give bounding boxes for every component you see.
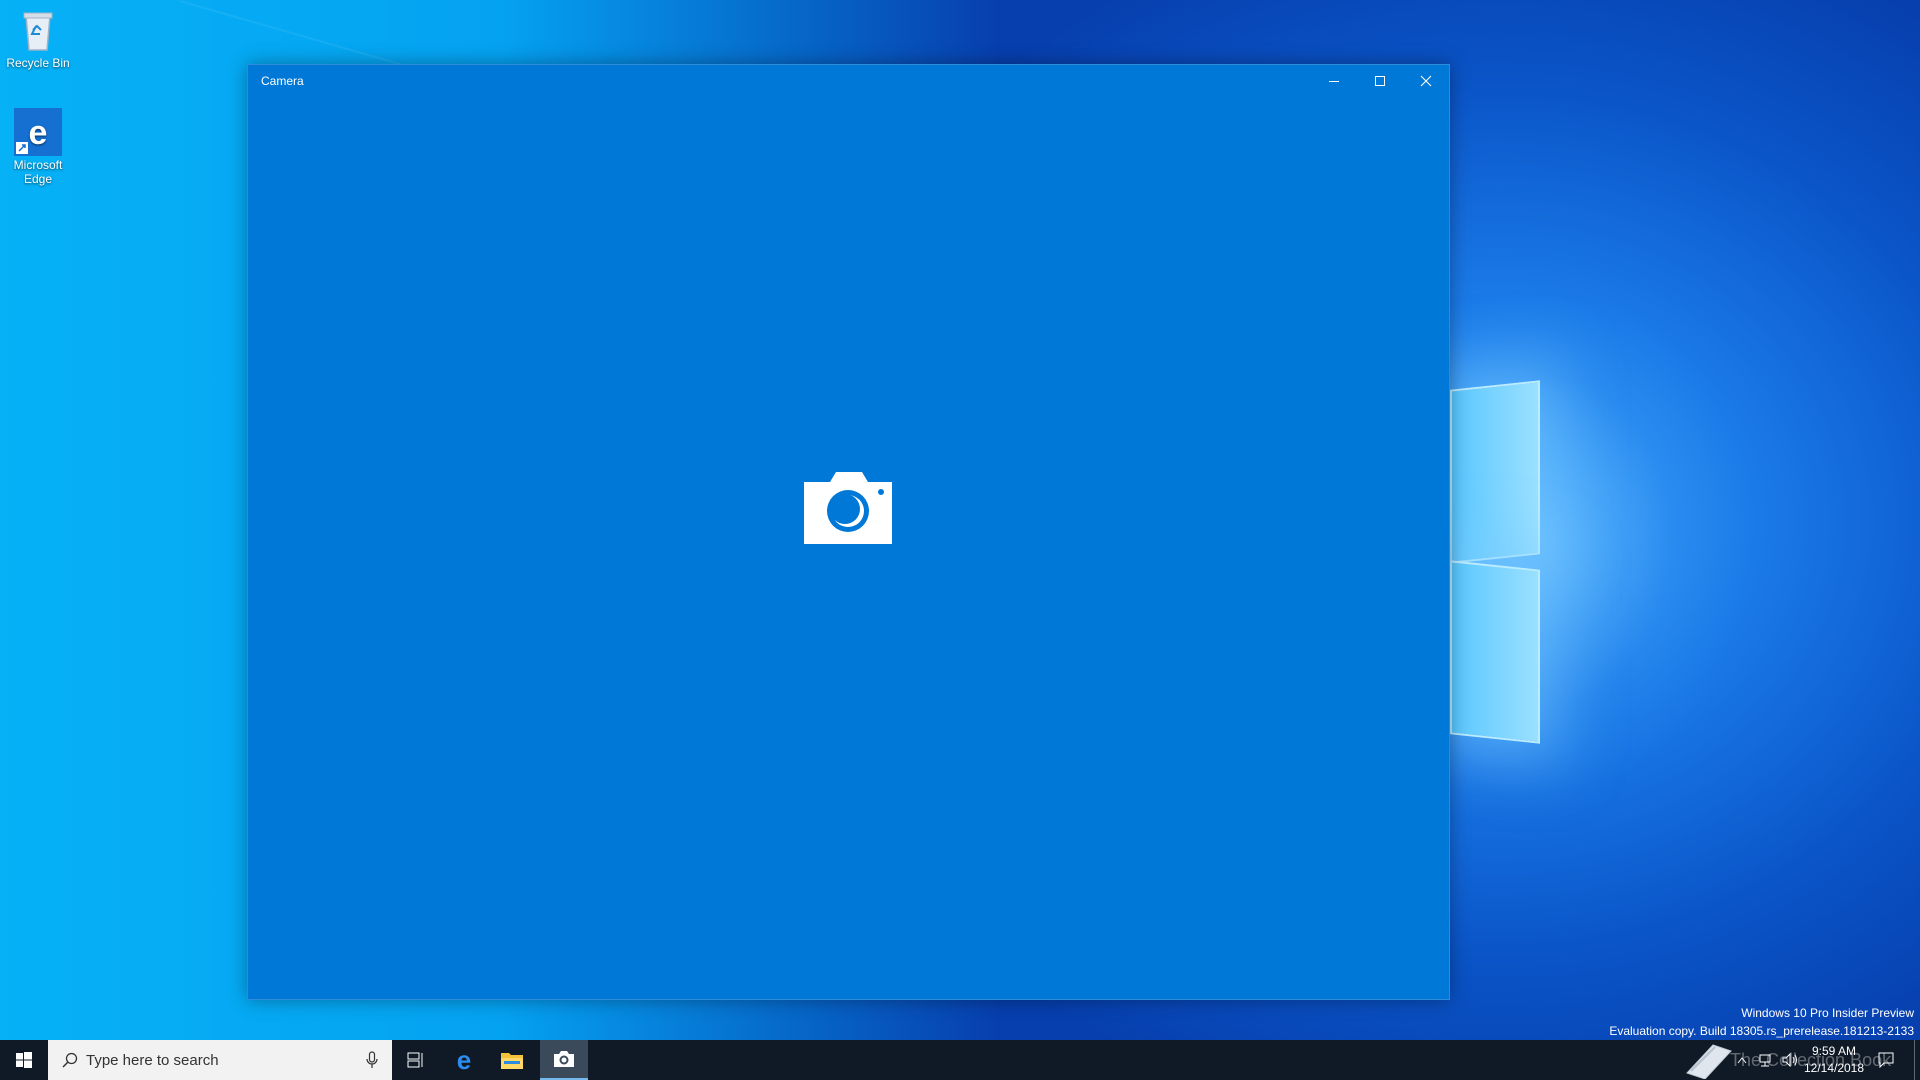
close-button[interactable] [1403,65,1449,97]
network-button[interactable] [1756,1040,1776,1080]
clock-time[interactable]: 9:59 AM [1806,1044,1862,1058]
volume-button[interactable] [1780,1040,1802,1080]
desktop-icon-edge[interactable]: e Microsoft Edge [0,108,76,186]
search-box[interactable]: Type here to search [48,1040,392,1080]
edge-icon: e [14,108,62,156]
book-logo-icon [1686,1044,1732,1079]
windows-start-icon [16,1052,32,1068]
chevron-up-icon [1737,1057,1747,1064]
file-explorer-icon [501,1053,523,1069]
taskbar-edge-button[interactable]: e [440,1040,488,1080]
desktop-icon-recycle-bin[interactable]: Recycle Bin [0,6,76,70]
minimize-button[interactable] [1311,65,1357,97]
taskbar-camera-button[interactable] [540,1040,588,1080]
build-watermark-line2: Evaluation copy. Build 18305.rs_prerelea… [1609,1024,1914,1038]
network-icon [1759,1054,1771,1067]
build-watermark-line1: Windows 10 Pro Insider Preview [1741,1006,1914,1020]
camera-icon [554,1051,574,1067]
recycle-bin-icon [14,6,62,54]
camera-window: Camera [247,64,1450,1000]
maximize-icon [1375,76,1385,86]
camera-icon [800,470,896,546]
svg-text:e: e [29,114,48,152]
clock-date[interactable]: 12/14/2018 [1801,1061,1867,1075]
notification-icon [1878,1052,1894,1068]
desktop: Recycle Bin e Microsoft Edge Camera Wind… [0,0,1920,1080]
window-title: Camera [261,74,304,88]
minimize-icon [1329,81,1339,82]
close-icon [1420,75,1432,87]
svg-text:e: e [457,1048,471,1072]
desktop-icon-label: Recycle Bin [6,56,70,70]
maximize-button[interactable] [1357,65,1403,97]
desktop-icon-label: Microsoft Edge [13,158,63,186]
task-view-icon [407,1052,423,1068]
show-hidden-icons-button[interactable] [1734,1040,1750,1080]
microphone-icon[interactable] [366,1051,378,1069]
search-placeholder: Type here to search [86,1051,219,1069]
window-titlebar[interactable]: Camera [248,65,1449,97]
task-view-button[interactable] [392,1040,440,1080]
show-desktop-button[interactable] [1914,1040,1920,1080]
taskbar-file-explorer-button[interactable] [488,1040,536,1080]
volume-icon [1782,1053,1797,1067]
action-center-button[interactable] [1872,1040,1900,1080]
taskbar: Type here to search e The Collection Boo… [0,1040,1920,1080]
search-icon [62,1052,78,1068]
edge-icon: e [457,1048,471,1072]
start-button[interactable] [0,1040,48,1080]
